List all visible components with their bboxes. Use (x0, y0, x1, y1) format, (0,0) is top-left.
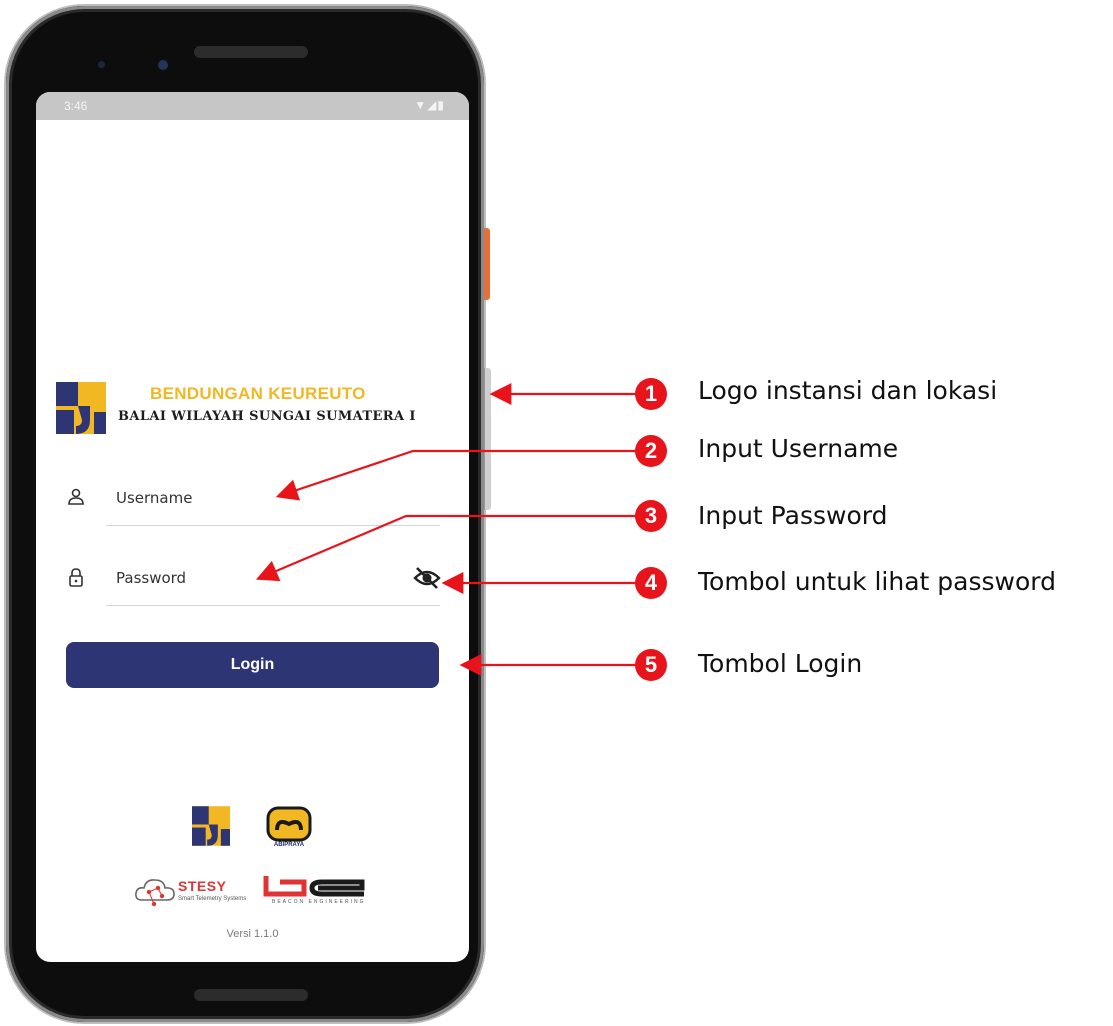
stesy-tagline: Smart Telemetry Systems (178, 896, 247, 902)
username-field[interactable]: Username (56, 477, 446, 526)
callout-1: Logo instansi dan lokasi (698, 376, 998, 405)
callout-4: Tombol untuk lihat password (698, 567, 1056, 596)
abipraya-label: ABIPRAYA (273, 842, 305, 848)
stesy-name: STESY (178, 878, 227, 894)
abipraya-logo: ABIPRAYA (264, 806, 314, 852)
beacon-logo-icon (263, 876, 365, 897)
status-time: 3:46 (64, 99, 88, 113)
callout-2: Input Username (698, 434, 899, 463)
earpiece-speaker (194, 46, 308, 58)
agency-logo-block: BENDUNGAN KEUREUTO BALAI WILAYAH SUNGAI … (56, 382, 466, 434)
status-icons: ▼◢▮ (414, 98, 445, 112)
person-icon (68, 488, 84, 505)
phone-frame: 3:46 ▼◢▮ BENDUNGAN KEUREUTO BALAI WILAYA… (6, 6, 484, 1022)
agency-name-subtitle: BALAI WILAYAH SUNGAI SUMATERA I (118, 409, 416, 424)
password-input[interactable]: Password (116, 569, 186, 587)
badge-1: 1 (635, 378, 667, 410)
pu-footer-logo-icon (192, 806, 230, 846)
badge-4: 4 (635, 567, 667, 599)
status-bar: 3:46 ▼◢▮ (36, 92, 469, 120)
beacon-logo: BEACON ENGINEERING (262, 874, 370, 908)
dam-name-title: BENDUNGAN KEUREUTO (150, 384, 366, 403)
callout-5: Tombol Login (698, 649, 863, 678)
username-input[interactable]: Username (116, 489, 192, 507)
volume-button (484, 368, 491, 510)
beacon-tagline: BEACON ENGINEERING (272, 899, 366, 905)
front-sensor (98, 61, 105, 68)
bottom-speaker (194, 989, 308, 1001)
password-field[interactable]: Password (56, 557, 446, 606)
badge-2: 2 (635, 435, 667, 467)
front-camera (158, 60, 168, 70)
badge-5: 5 (635, 649, 667, 681)
phone-screen: 3:46 ▼◢▮ BENDUNGAN KEUREUTO BALAI WILAYA… (36, 92, 469, 962)
badge-3: 3 (635, 500, 667, 532)
callout-3: Input Password (698, 501, 888, 530)
login-button[interactable]: Login (66, 642, 439, 688)
abipraya-logo-icon (266, 806, 312, 842)
stesy-logo: STESY Smart Telemetry Systems (134, 874, 254, 908)
password-underline (106, 605, 440, 606)
username-underline (106, 525, 440, 526)
power-button (484, 228, 490, 300)
lock-icon (69, 568, 83, 587)
pu-logo-icon (56, 382, 106, 434)
cloud-network-icon (135, 879, 175, 907)
eye-off-icon[interactable] (412, 565, 442, 591)
app-version: Versi 1.1.0 (226, 928, 279, 940)
